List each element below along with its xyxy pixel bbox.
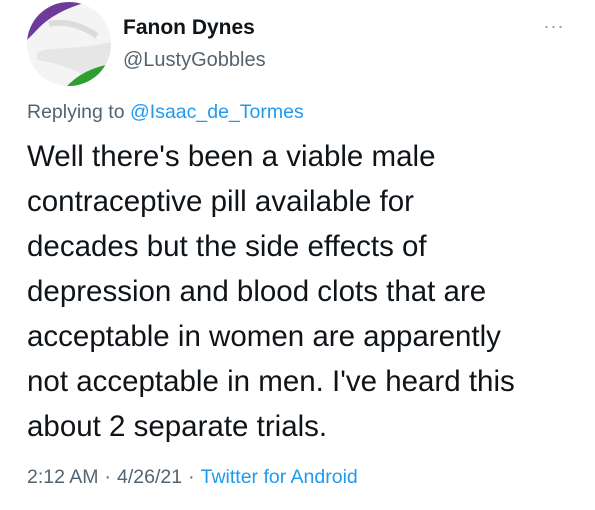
tweet-text: Well there's been a viable male contrace… — [27, 140, 515, 443]
replying-to-label: Replying to — [27, 101, 125, 123]
avatar-image — [27, 2, 111, 86]
tweet-source-link[interactable]: Twitter for Android — [201, 466, 358, 488]
tweet-date[interactable]: 4/26/21 — [117, 466, 182, 488]
tweet-time[interactable]: 2:12 AM — [27, 466, 99, 488]
tweet-meta: 2:12 AM · 4/26/21 · Twitter for Android — [27, 466, 358, 489]
avatar[interactable] — [27, 2, 111, 86]
replying-to-line: Replying to @Isaac_de_Tormes — [27, 101, 304, 124]
user-handle[interactable]: @LustyGobbles — [123, 49, 266, 72]
meta-separator: · — [104, 466, 112, 488]
more-dots-icon[interactable]: ··· — [540, 16, 568, 36]
meta-separator: · — [188, 466, 195, 488]
display-name[interactable]: Fanon Dynes — [123, 16, 255, 40]
reply-handle-link[interactable]: @Isaac_de_Tormes — [130, 101, 304, 123]
